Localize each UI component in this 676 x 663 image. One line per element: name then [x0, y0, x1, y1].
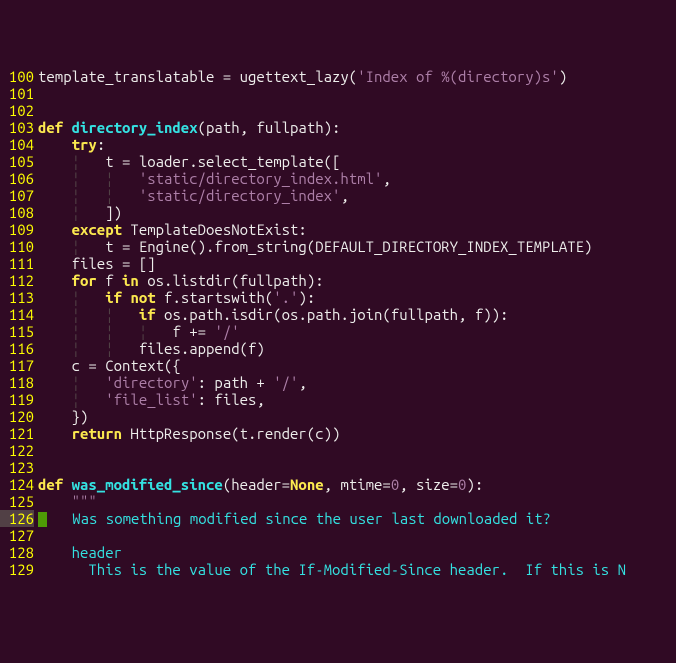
code-line[interactable]: 100template_translatable = ugettext_lazy… — [0, 68, 676, 85]
code-line[interactable]: 117 c = Context({ — [0, 357, 676, 374]
code-line[interactable]: 121 return HttpResponse(t.render(c)) — [0, 425, 676, 442]
code-line[interactable]: 124def was_modified_since(header=None, m… — [0, 476, 676, 493]
line-number: 122 — [0, 442, 34, 459]
code-content[interactable] — [34, 442, 676, 459]
line-number: 100 — [0, 68, 34, 85]
code-content[interactable]: try: — [34, 136, 676, 153]
code-line[interactable]: 122 — [0, 442, 676, 459]
line-number: 116 — [0, 340, 34, 357]
code-line[interactable]: 106 ¦ ¦ 'static/directory_index.html', — [0, 170, 676, 187]
code-content[interactable]: ¦ 'file_list': files, — [34, 391, 676, 408]
code-line[interactable]: 123 — [0, 459, 676, 476]
code-editor[interactable]: 100template_translatable = ugettext_lazy… — [0, 68, 676, 578]
line-number: 124 — [0, 476, 34, 493]
line-number: 117 — [0, 357, 34, 374]
code-content[interactable]: ¦ ¦ if os.path.isdir(os.path.join(fullpa… — [34, 306, 676, 323]
code-line[interactable]: 101 — [0, 85, 676, 102]
code-line[interactable]: 128 header — [0, 544, 676, 561]
code-content[interactable]: ¦ t = Engine().from_string(DEFAULT_DIREC… — [34, 238, 676, 255]
line-number: 113 — [0, 289, 34, 306]
code-content[interactable]: ¦ ¦ 'static/directory_index.html', — [34, 170, 676, 187]
line-number: 115 — [0, 323, 34, 340]
code-line[interactable]: 118 ¦ 'directory': path + '/', — [0, 374, 676, 391]
code-content[interactable]: ¦ ¦ 'static/directory_index', — [34, 187, 676, 204]
code-content[interactable]: Was something modified since the user la… — [34, 510, 676, 527]
code-line[interactable]: 102 — [0, 102, 676, 119]
code-line[interactable]: 113 ¦ if not f.startswith('.'): — [0, 289, 676, 306]
code-content[interactable]: This is the value of the If-Modified-Sin… — [34, 561, 676, 578]
line-number: 123 — [0, 459, 34, 476]
code-content[interactable]: """ — [34, 493, 676, 510]
line-number: 102 — [0, 102, 34, 119]
code-line[interactable]: 119 ¦ 'file_list': files, — [0, 391, 676, 408]
line-number: 111 — [0, 255, 34, 272]
code-line[interactable]: 109 except TemplateDoesNotExist: — [0, 221, 676, 238]
code-line[interactable]: 110 ¦ t = Engine().from_string(DEFAULT_D… — [0, 238, 676, 255]
line-number: 114 — [0, 306, 34, 323]
code-line[interactable]: 129 This is the value of the If-Modified… — [0, 561, 676, 578]
line-number: 110 — [0, 238, 34, 255]
line-number: 106 — [0, 170, 34, 187]
code-line[interactable]: 125 """ — [0, 493, 676, 510]
line-number: 120 — [0, 408, 34, 425]
code-content[interactable]: header — [34, 544, 676, 561]
line-number: 101 — [0, 85, 34, 102]
line-number: 108 — [0, 204, 34, 221]
code-content[interactable]: }) — [34, 408, 676, 425]
code-line[interactable]: 114 ¦ ¦ if os.path.isdir(os.path.join(fu… — [0, 306, 676, 323]
line-number: 104 — [0, 136, 34, 153]
code-content[interactable]: def directory_index(path, fullpath): — [34, 119, 676, 136]
code-content[interactable]: for f in os.listdir(fullpath): — [34, 272, 676, 289]
code-line[interactable]: 107 ¦ ¦ 'static/directory_index', — [0, 187, 676, 204]
code-line[interactable]: 104 try: — [0, 136, 676, 153]
code-line[interactable]: 108 ¦ ]) — [0, 204, 676, 221]
code-content[interactable] — [34, 102, 676, 119]
code-content[interactable]: ¦ if not f.startswith('.'): — [34, 289, 676, 306]
code-line[interactable]: 126 Was something modified since the use… — [0, 510, 676, 527]
text-cursor — [38, 512, 47, 527]
line-number: 128 — [0, 544, 34, 561]
code-content[interactable]: ¦ t = loader.select_template([ — [34, 153, 676, 170]
line-number: 118 — [0, 374, 34, 391]
line-number: 105 — [0, 153, 34, 170]
line-number: 129 — [0, 561, 34, 578]
code-content[interactable]: files = [] — [34, 255, 676, 272]
line-number: 127 — [0, 527, 34, 544]
code-content[interactable] — [34, 459, 676, 476]
code-content[interactable]: return HttpResponse(t.render(c)) — [34, 425, 676, 442]
code-content[interactable] — [34, 527, 676, 544]
code-content[interactable]: ¦ ]) — [34, 204, 676, 221]
code-content[interactable]: except TemplateDoesNotExist: — [34, 221, 676, 238]
line-number: 109 — [0, 221, 34, 238]
code-line[interactable]: 105 ¦ t = loader.select_template([ — [0, 153, 676, 170]
code-line[interactable]: 127 — [0, 527, 676, 544]
line-number: 112 — [0, 272, 34, 289]
line-number: 119 — [0, 391, 34, 408]
code-line[interactable]: 103def directory_index(path, fullpath): — [0, 119, 676, 136]
code-line[interactable]: 120 }) — [0, 408, 676, 425]
code-content[interactable] — [34, 85, 676, 102]
line-number: 126 — [0, 510, 34, 527]
code-line[interactable]: 111 files = [] — [0, 255, 676, 272]
code-content[interactable]: ¦ ¦ files.append(f) — [34, 340, 676, 357]
code-content[interactable]: ¦ ¦ ¦ f += '/' — [34, 323, 676, 340]
line-number: 107 — [0, 187, 34, 204]
code-line[interactable]: 116 ¦ ¦ files.append(f) — [0, 340, 676, 357]
line-number: 125 — [0, 493, 34, 510]
code-content[interactable]: def was_modified_since(header=None, mtim… — [34, 476, 676, 493]
line-number: 121 — [0, 425, 34, 442]
code-content[interactable]: template_translatable = ugettext_lazy('I… — [34, 68, 676, 85]
code-line[interactable]: 112 for f in os.listdir(fullpath): — [0, 272, 676, 289]
code-line[interactable]: 115 ¦ ¦ ¦ f += '/' — [0, 323, 676, 340]
code-content[interactable]: ¦ 'directory': path + '/', — [34, 374, 676, 391]
line-number: 103 — [0, 119, 34, 136]
code-content[interactable]: c = Context({ — [34, 357, 676, 374]
